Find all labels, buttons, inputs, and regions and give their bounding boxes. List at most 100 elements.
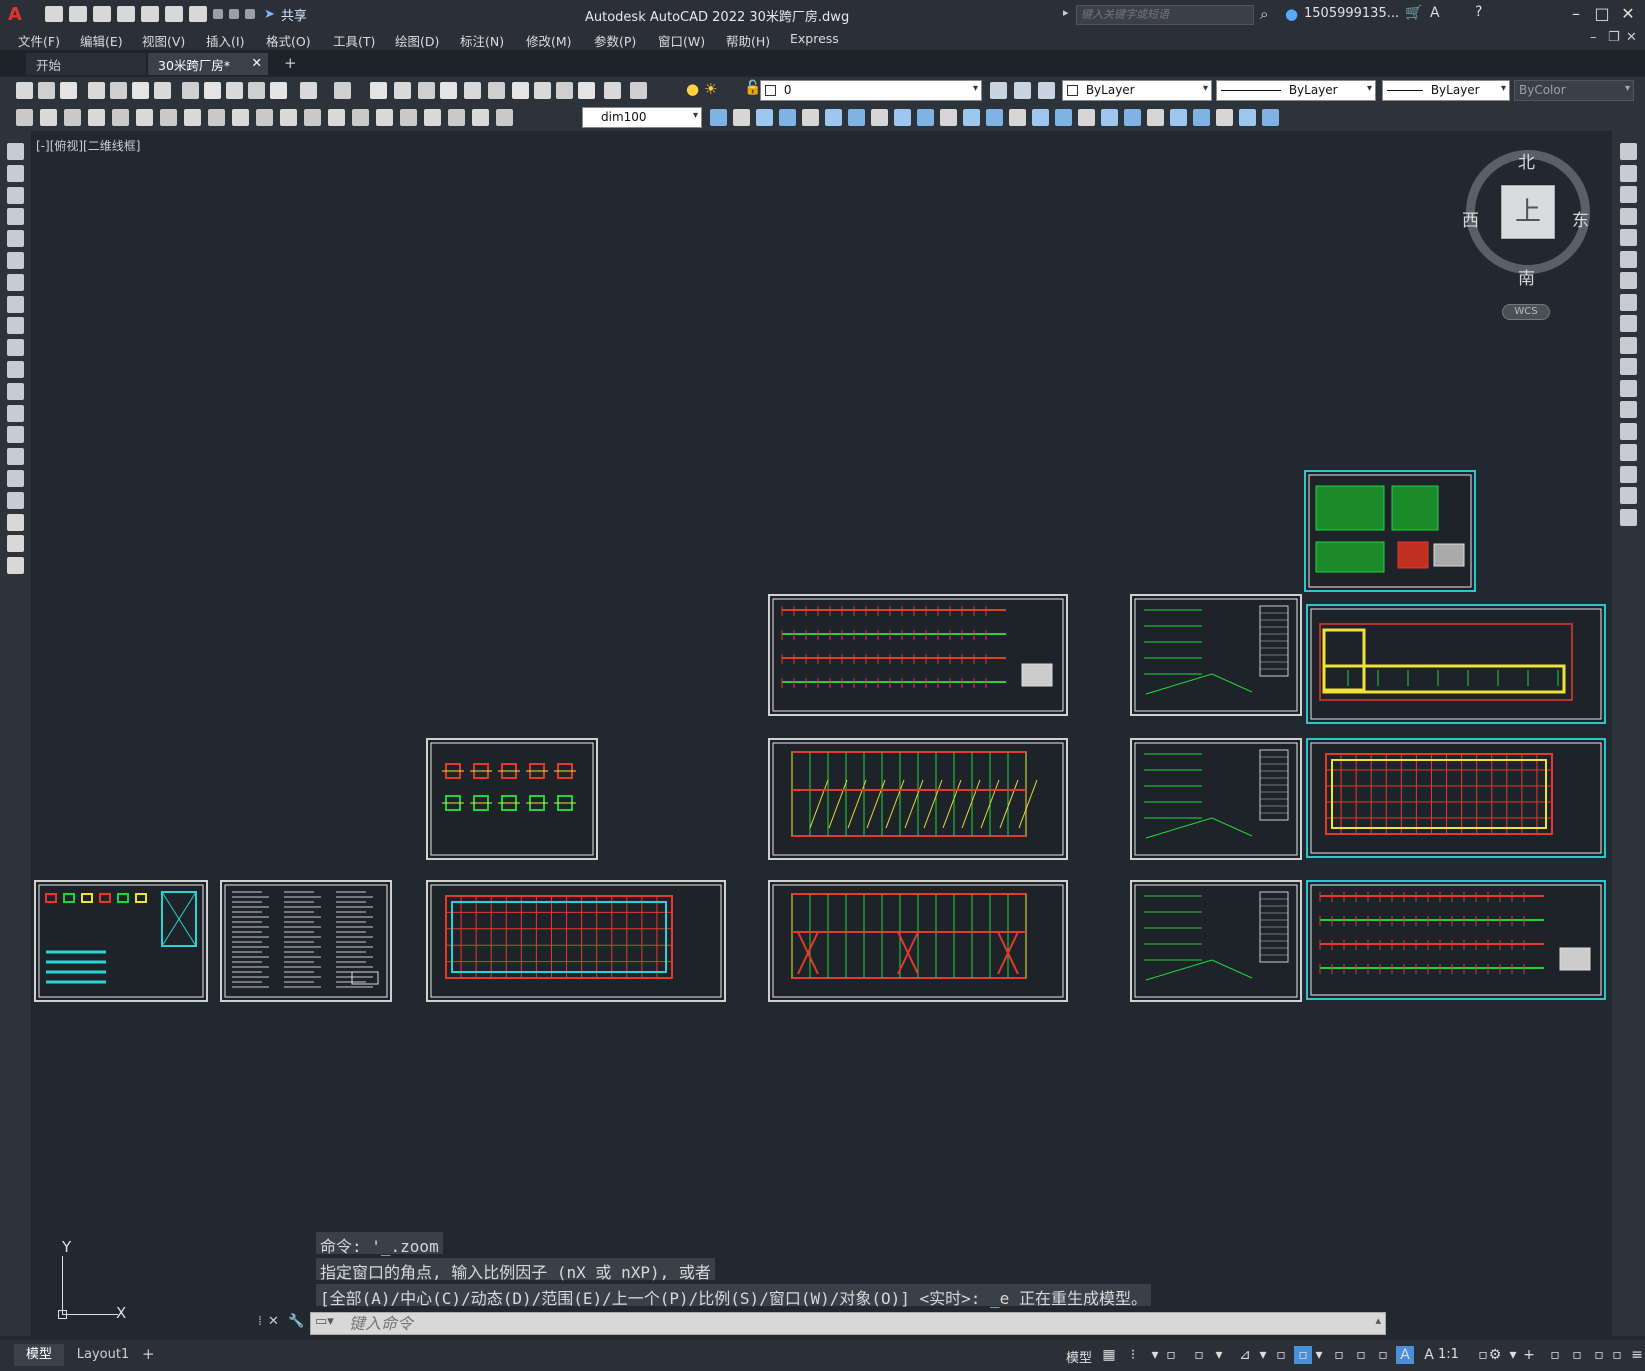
plotstyle-dropdown[interactable]: ByColor ▾	[1514, 80, 1634, 101]
drawing-sheet[interactable]	[1306, 738, 1606, 858]
explode-icon[interactable]	[1032, 109, 1049, 126]
menu-insert[interactable]: 插入(I)	[206, 31, 244, 50]
linetype-dropdown[interactable]: ByLayer ▾	[1216, 80, 1376, 101]
rotate-icon[interactable]	[802, 109, 819, 126]
move-icon[interactable]	[733, 109, 750, 126]
revision-cloud-icon[interactable]	[7, 295, 24, 313]
trim-tool-icon[interactable]	[1620, 336, 1637, 354]
cut-icon[interactable]	[182, 82, 199, 99]
isodraft-menu-icon[interactable]: ▾	[1254, 1346, 1272, 1364]
block-editor-icon[interactable]	[270, 82, 287, 99]
point-icon[interactable]	[7, 426, 24, 444]
command-close-icon[interactable]: ✕	[268, 1314, 279, 1329]
attribute-icon[interactable]	[1193, 109, 1210, 126]
help-icon[interactable]: ?	[1475, 4, 1482, 20]
menu-window[interactable]: 窗口(W)	[658, 31, 705, 50]
save-icon[interactable]	[60, 82, 77, 99]
match-properties-icon[interactable]	[248, 82, 265, 99]
menu-format[interactable]: 格式(O)	[266, 31, 311, 50]
compass-north[interactable]: 北	[1518, 148, 1535, 173]
insert-block-icon[interactable]	[1147, 109, 1164, 126]
stretch-tool-icon[interactable]	[1620, 315, 1637, 332]
explode-tool-icon[interactable]	[1620, 508, 1637, 526]
dim-style-manager-icon[interactable]	[710, 109, 727, 126]
dim-break-icon[interactable]	[304, 109, 321, 126]
drawing-sheet[interactable]	[1130, 880, 1302, 1002]
share-button[interactable]: 共享	[281, 5, 307, 24]
layout-tab-layout1[interactable]: Layout1	[66, 1344, 140, 1366]
undo-icon[interactable]	[213, 9, 223, 19]
drawing-sheet[interactable]	[1304, 470, 1476, 592]
aligned-dim-icon[interactable]	[40, 109, 57, 126]
properties-icon[interactable]	[464, 82, 481, 99]
drawing-sheet[interactable]	[1130, 594, 1302, 716]
transparency-icon[interactable]: ▫	[1352, 1346, 1370, 1364]
publish-icon[interactable]	[141, 6, 159, 22]
doc-close-icon[interactable]: ✕	[1626, 30, 1637, 45]
array-icon[interactable]	[1009, 109, 1026, 126]
fillet-tool-icon[interactable]	[1620, 465, 1637, 483]
drawing-sheet[interactable]	[426, 880, 726, 1002]
line-icon[interactable]	[7, 143, 24, 160]
drawing-sheet[interactable]	[34, 880, 208, 1002]
menu-tools[interactable]: 工具(T)	[333, 31, 375, 50]
chamfer-icon[interactable]	[963, 109, 980, 126]
drawing-sheet[interactable]	[768, 738, 1068, 860]
minimize-icon[interactable]: –	[1566, 4, 1586, 24]
tool-palettes-icon[interactable]	[512, 82, 529, 99]
object-snap-menu-icon[interactable]: ▾	[1310, 1346, 1328, 1364]
menu-file[interactable]: 文件(F)	[18, 31, 60, 50]
multiline-text-icon[interactable]	[7, 535, 24, 553]
tolerance-icon[interactable]	[328, 109, 345, 126]
viewcube-face[interactable]: 上	[1501, 185, 1555, 239]
search-input[interactable]	[1076, 5, 1254, 25]
save-icon[interactable]	[93, 6, 111, 22]
rectangle-icon[interactable]	[7, 230, 24, 248]
menu-view[interactable]: 视图(V)	[142, 31, 185, 50]
spline-icon[interactable]	[7, 317, 24, 335]
circle-icon[interactable]	[7, 273, 24, 291]
3d-print-icon[interactable]	[154, 82, 171, 99]
snap-icon[interactable]: ⁝	[1124, 1346, 1142, 1364]
plot-preview-icon[interactable]	[110, 82, 127, 99]
publish-icon[interactable]	[132, 82, 149, 99]
scale-icon[interactable]	[848, 109, 865, 126]
ordinate-dim-icon[interactable]	[88, 109, 105, 126]
break-tool-icon[interactable]	[1620, 401, 1637, 418]
ucs-menu-button[interactable]: WCS	[1502, 304, 1550, 320]
quick-properties-icon[interactable]: ▫	[1568, 1346, 1586, 1364]
blend-curves-icon[interactable]	[1620, 487, 1637, 504]
menu-dimension[interactable]: 标注(N)	[460, 31, 504, 50]
user-account[interactable]: 1505999135...	[1304, 6, 1399, 21]
customize-qa-icon[interactable]	[245, 9, 255, 19]
move-tool-icon[interactable]	[1620, 250, 1637, 268]
ungroup-icon[interactable]	[1124, 109, 1141, 126]
model-space-toggle[interactable]: 模型	[1066, 1347, 1092, 1366]
add-selected-icon[interactable]	[7, 557, 24, 575]
command-history-toggle-icon[interactable]: ▴	[1375, 1314, 1381, 1327]
pan-icon[interactable]	[370, 82, 387, 99]
diameter-dim-icon[interactable]	[160, 109, 177, 126]
lineweight-icon[interactable]: ▫	[1330, 1346, 1348, 1364]
open-icon[interactable]	[38, 82, 55, 99]
copy-tool-icon[interactable]	[1620, 164, 1637, 182]
command-line[interactable]: ▭▾ ▴	[310, 1312, 1386, 1335]
polygon-icon[interactable]	[7, 208, 24, 226]
workspace-icon[interactable]: ⚙	[1486, 1346, 1504, 1364]
compass-south[interactable]: 南	[1518, 264, 1535, 289]
new-icon[interactable]	[16, 82, 33, 99]
polyline-icon[interactable]	[7, 186, 24, 204]
fillet-icon[interactable]	[986, 109, 1003, 126]
offset-tool-icon[interactable]	[1620, 207, 1637, 225]
region-icon[interactable]	[7, 491, 24, 509]
plot-icon[interactable]	[189, 6, 207, 22]
tab-drawing[interactable]: 30米跨厂房* ✕	[148, 53, 268, 75]
annotation-visibility-icon[interactable]: A	[1396, 1346, 1414, 1364]
command-grip-icon[interactable]: ⁞	[258, 1314, 262, 1329]
menu-modify[interactable]: 修改(M)	[526, 31, 572, 50]
open-file-icon[interactable]	[69, 6, 87, 22]
continue-dim-icon[interactable]	[256, 109, 273, 126]
lineweight-dropdown[interactable]: ByLayer ▾	[1382, 80, 1510, 101]
sheet-set-icon[interactable]	[534, 82, 551, 99]
menu-parametric[interactable]: 参数(P)	[594, 31, 636, 50]
